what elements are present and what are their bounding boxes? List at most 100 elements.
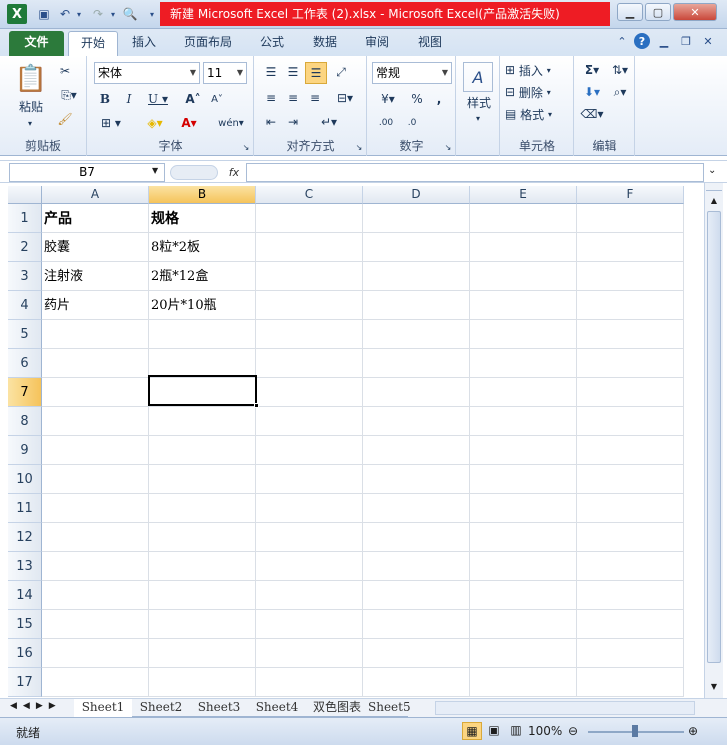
font-name-select[interactable]: 宋体 ▼ — [94, 62, 200, 84]
sort-filter-icon[interactable]: ⇅▾ — [607, 60, 633, 80]
format-cells-button[interactable]: ▤ 格式 ▾ — [505, 104, 571, 124]
align-bottom-icon[interactable]: ☰ — [305, 62, 327, 84]
align-center-icon[interactable]: ≡ — [283, 88, 303, 108]
column-header-a[interactable]: A — [42, 186, 149, 204]
cell-b16[interactable] — [149, 639, 256, 668]
cell-e9[interactable] — [470, 436, 577, 465]
cell-b5[interactable] — [149, 320, 256, 349]
align-right-icon[interactable]: ≡ — [305, 88, 325, 108]
cell-c3[interactable] — [256, 262, 363, 291]
help-icon[interactable]: ? — [634, 33, 650, 49]
font-color-icon[interactable]: A▾ — [174, 114, 204, 132]
cell-e11[interactable] — [470, 494, 577, 523]
cell-d4[interactable] — [363, 291, 470, 320]
row-header[interactable]: 8 — [8, 407, 42, 436]
fill-icon[interactable]: ⬇▾ — [579, 82, 605, 102]
zoom-in-icon[interactable]: ⊕ — [688, 724, 704, 740]
percent-icon[interactable]: % — [408, 90, 426, 108]
row-header[interactable]: 14 — [8, 581, 42, 610]
zoom-out-icon[interactable]: ⊖ — [568, 724, 584, 740]
formula-bar-splitter[interactable] — [170, 165, 218, 180]
row-header[interactable]: 17 — [8, 668, 42, 697]
increase-indent-icon[interactable]: ⇥ — [283, 112, 303, 132]
cell-d5[interactable] — [363, 320, 470, 349]
number-dialog-launcher-icon[interactable]: ↘ — [443, 142, 453, 152]
row-header[interactable]: 16 — [8, 639, 42, 668]
cell-a13[interactable] — [42, 552, 149, 581]
cell-e17[interactable] — [470, 668, 577, 697]
cell-c14[interactable] — [256, 581, 363, 610]
cell-e12[interactable] — [470, 523, 577, 552]
shrink-font-icon[interactable]: A˅ — [208, 90, 226, 108]
cell-f14[interactable] — [577, 581, 684, 610]
cell-d9[interactable] — [363, 436, 470, 465]
cell-a2[interactable]: 胶囊 — [42, 233, 149, 262]
split-box[interactable] — [706, 183, 722, 191]
phonetic-icon[interactable]: wén▾ — [216, 114, 246, 132]
font-size-select[interactable]: 11 ▼ — [203, 62, 247, 84]
cell-d13[interactable] — [363, 552, 470, 581]
fill-handle[interactable] — [254, 403, 259, 408]
cell-e8[interactable] — [470, 407, 577, 436]
column-header-c[interactable]: C — [256, 186, 363, 204]
styles-icon[interactable]: A — [463, 62, 493, 92]
row-header[interactable]: 12 — [8, 523, 42, 552]
cell-a8[interactable] — [42, 407, 149, 436]
orientation-icon[interactable]: ⤢ — [331, 62, 351, 82]
cell-c9[interactable] — [256, 436, 363, 465]
maximize-button[interactable]: ▢ — [645, 3, 671, 21]
cell-f8[interactable] — [577, 407, 684, 436]
cell-b9[interactable] — [149, 436, 256, 465]
comma-icon[interactable]: , — [430, 90, 448, 108]
clear-icon[interactable]: ⌫▾ — [579, 104, 605, 124]
find-select-icon[interactable]: ⌕▾ — [607, 82, 633, 102]
sheet-tab[interactable]: Sheet3 — [190, 699, 248, 717]
cell-d8[interactable] — [363, 407, 470, 436]
cell-e14[interactable] — [470, 581, 577, 610]
scroll-up-icon[interactable]: ▲ — [706, 193, 722, 209]
expand-formula-bar-icon[interactable]: ⌄ — [708, 165, 716, 176]
cell-c7[interactable] — [256, 378, 363, 407]
minimize-ribbon-icon[interactable]: ⌃ — [614, 33, 630, 49]
cell-a10[interactable] — [42, 465, 149, 494]
cell-c5[interactable] — [256, 320, 363, 349]
scroll-thumb[interactable] — [707, 211, 721, 663]
cell-b8[interactable] — [149, 407, 256, 436]
print-preview-icon[interactable]: 🔍 — [122, 4, 138, 24]
cell-f7[interactable] — [577, 378, 684, 407]
autosum-icon[interactable]: Σ▾ — [579, 60, 605, 80]
column-header-b[interactable]: B — [149, 186, 256, 204]
increase-decimal-icon[interactable]: .00 — [374, 114, 398, 132]
font-dialog-launcher-icon[interactable]: ↘ — [241, 142, 251, 152]
row-header[interactable]: 1 — [8, 204, 42, 233]
align-left-icon[interactable]: ≡ — [261, 88, 281, 108]
cell-a16[interactable] — [42, 639, 149, 668]
cell-b10[interactable] — [149, 465, 256, 494]
cell-f1[interactable] — [577, 204, 684, 233]
tab-insert[interactable]: 插入 — [124, 31, 164, 56]
tab-page-layout[interactable]: 页面布局 — [176, 31, 240, 56]
cell-a5[interactable] — [42, 320, 149, 349]
cell-d2[interactable] — [363, 233, 470, 262]
sheet-tab[interactable]: Sheet5 — [368, 699, 411, 717]
cell-d7[interactable] — [363, 378, 470, 407]
doc-minimize-icon[interactable]: ▁ — [656, 33, 672, 49]
undo-dropdown-icon[interactable]: ▾ — [74, 4, 84, 24]
cell-e16[interactable] — [470, 639, 577, 668]
name-box-dropdown-icon[interactable]: ▼ — [152, 166, 158, 175]
cell-f9[interactable] — [577, 436, 684, 465]
cell-c16[interactable] — [256, 639, 363, 668]
cell-a3[interactable]: 注射液 — [42, 262, 149, 291]
cell-d12[interactable] — [363, 523, 470, 552]
borders-icon[interactable]: ⊞ ▾ — [96, 114, 126, 132]
cell-e6[interactable] — [470, 349, 577, 378]
cell-f10[interactable] — [577, 465, 684, 494]
cell-d1[interactable] — [363, 204, 470, 233]
cell-f12[interactable] — [577, 523, 684, 552]
decrease-indent-icon[interactable]: ⇤ — [261, 112, 281, 132]
page-break-view-icon[interactable]: ▥ — [506, 722, 526, 740]
cell-b6[interactable] — [149, 349, 256, 378]
cell-f3[interactable] — [577, 262, 684, 291]
row-header[interactable]: 4 — [8, 291, 42, 320]
cell-f4[interactable] — [577, 291, 684, 320]
